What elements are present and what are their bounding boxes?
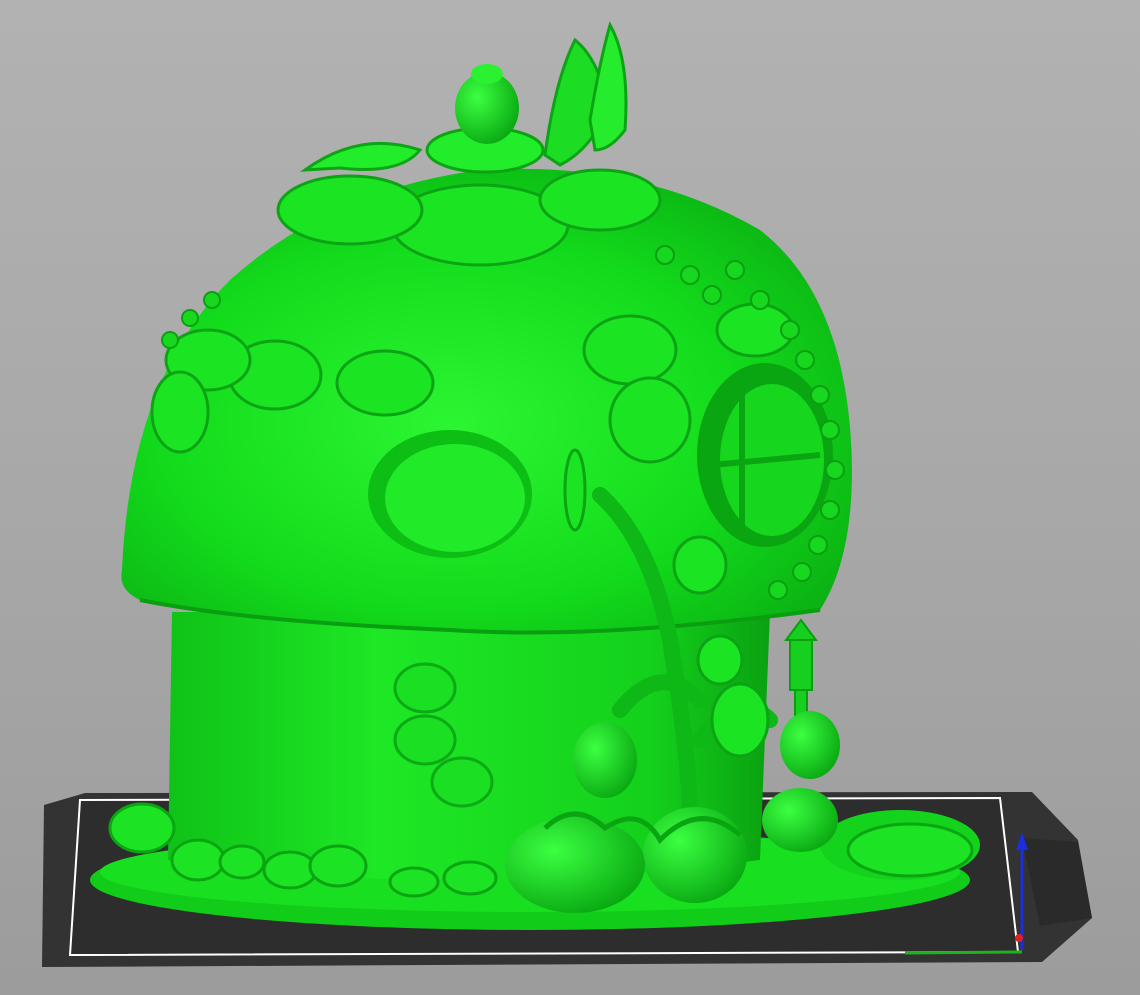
cap-round-window [368,430,532,558]
cap-top-flower [276,21,662,267]
scene-canvas[interactable] [0,0,1140,995]
x-axis-line [904,950,1023,955]
y-axis-dot [1015,934,1023,942]
3d-viewport[interactable] [0,0,1140,995]
